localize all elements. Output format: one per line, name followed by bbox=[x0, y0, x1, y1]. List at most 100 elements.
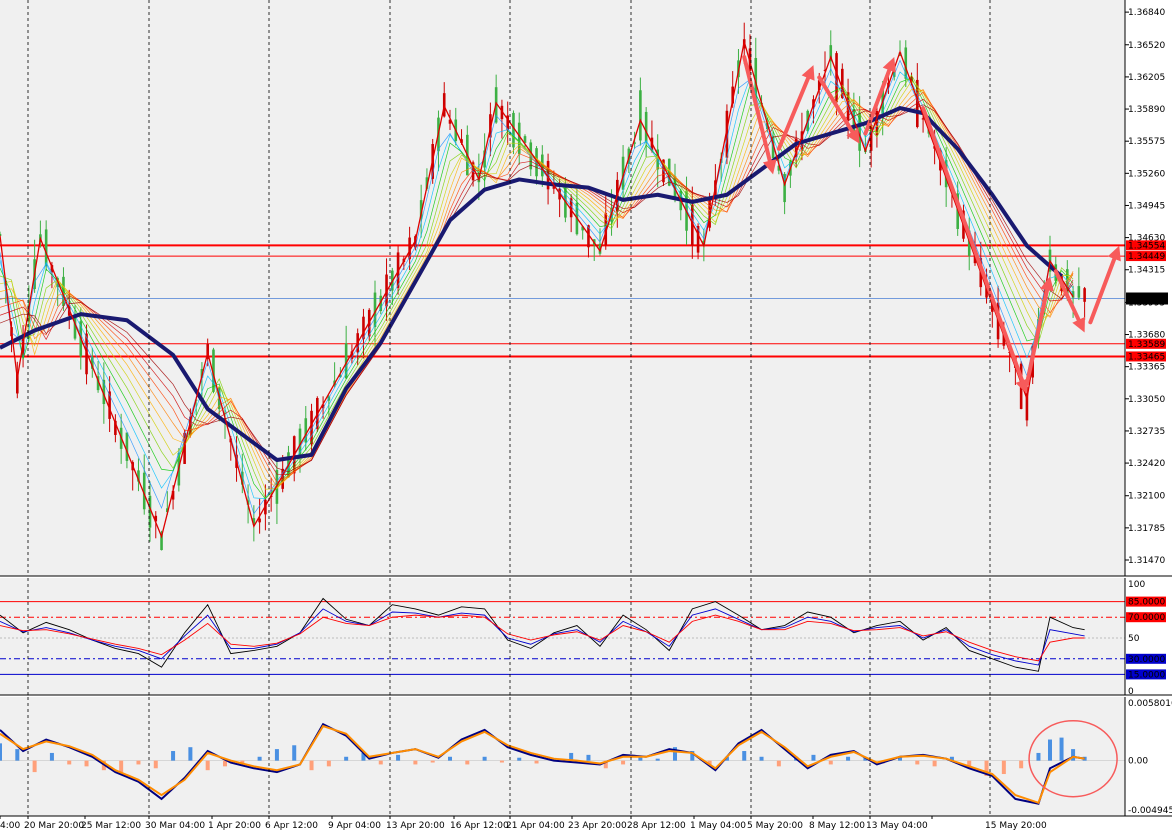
level-label: 1.33465 bbox=[1128, 352, 1165, 362]
macd-plot-area bbox=[0, 697, 1125, 816]
macd-histogram-bar bbox=[413, 760, 418, 765]
macd-histogram-bar bbox=[915, 760, 920, 765]
macd-histogram-bar bbox=[171, 751, 176, 761]
macd-panel: 0.0058016 0.00 -0.004945 bbox=[0, 697, 1172, 816]
candle-body bbox=[644, 111, 648, 143]
macd-histogram-bar bbox=[846, 756, 851, 761]
macd-histogram-bar bbox=[482, 756, 487, 761]
macd-histogram-bar bbox=[119, 760, 124, 773]
x-tick-label: 6 Apr 12:00 bbox=[265, 821, 318, 831]
macd-histogram-bar bbox=[274, 749, 279, 761]
x-tick-label: 5 May 20:00 bbox=[747, 821, 803, 831]
oscillator-panel: 85.000070.000030.000015.0000100500 bbox=[0, 578, 1166, 697]
macd-histogram-bar bbox=[223, 760, 227, 767]
candle-body bbox=[512, 112, 515, 148]
macd-histogram-bar bbox=[430, 760, 435, 763]
macd-tick-label: -0.004945 bbox=[1128, 806, 1172, 816]
oscillator-level-label: 30.0000 bbox=[1128, 655, 1165, 665]
macd-histogram-bar bbox=[465, 760, 470, 765]
macd-histogram-bar bbox=[153, 760, 158, 769]
price-tick-label: 1.32420 bbox=[1128, 459, 1165, 469]
candle-body bbox=[1083, 288, 1086, 302]
macd-histogram-bar bbox=[67, 760, 72, 765]
x-tick-label: 23 Apr 20:00 bbox=[568, 821, 627, 831]
oscillator-tick-label: 100 bbox=[1128, 580, 1145, 590]
candle-body bbox=[258, 518, 261, 523]
macd-histogram-bar bbox=[32, 760, 37, 773]
oscillator-level-label: 15.0000 bbox=[1128, 670, 1165, 680]
macd-histogram-bar bbox=[828, 760, 833, 765]
price-plot-area bbox=[0, 0, 1125, 576]
x-tick-label: 16 Apr 12:00 bbox=[450, 821, 509, 831]
oscillator-level-label: 85.0000 bbox=[1128, 598, 1165, 608]
macd-histogram-bar bbox=[1036, 752, 1041, 761]
level-label: 1.33589 bbox=[1128, 340, 1165, 350]
macd-histogram-bar bbox=[136, 760, 141, 765]
x-tick-label: 1 May 04:00 bbox=[690, 821, 746, 831]
candle-body bbox=[125, 432, 129, 461]
macd-histogram-bar bbox=[49, 752, 54, 761]
price-tick-label: 1.34315 bbox=[1128, 266, 1165, 276]
macd-histogram-bar bbox=[0, 743, 2, 761]
price-tick-label: 1.36840 bbox=[1128, 8, 1165, 18]
macd-histogram-bar bbox=[742, 751, 747, 761]
oscillator-tick-label: 50 bbox=[1128, 634, 1140, 644]
x-tick-label: 20 Mar 20:00 bbox=[24, 821, 84, 831]
level-label: 1.34554 bbox=[1128, 241, 1165, 251]
macd-histogram-bar bbox=[1019, 760, 1024, 769]
macd-histogram-bar bbox=[1059, 737, 1064, 761]
x-tick-label: 21 Apr 04:00 bbox=[506, 821, 565, 831]
x-tick-label: 13 Apr 20:00 bbox=[386, 821, 445, 831]
price-tick-label: 1.31785 bbox=[1128, 524, 1165, 534]
x-tick-label: 28 Apr 12:00 bbox=[627, 821, 686, 831]
macd-histogram-bar bbox=[621, 760, 626, 765]
macd-histogram-bar bbox=[292, 745, 297, 761]
x-tick-label: 1 Apr 20:00 bbox=[208, 821, 261, 831]
x-tick-label: 9 Apr 04:00 bbox=[328, 821, 381, 831]
x-tick-label: 4:00 bbox=[0, 821, 20, 831]
macd-histogram-bar bbox=[448, 756, 452, 761]
price-tick-label: 1.35890 bbox=[1128, 105, 1165, 115]
x-tick-label: 25 Mar 12:00 bbox=[81, 821, 141, 831]
candle-body bbox=[639, 90, 642, 141]
candle-body bbox=[1077, 286, 1081, 298]
price-tick-label: 1.31470 bbox=[1128, 556, 1165, 566]
macd-tick-label: 0.0058016 bbox=[1128, 699, 1172, 709]
x-tick-label: 15 May 20:00 bbox=[985, 821, 1047, 831]
macd-histogram-bar bbox=[932, 760, 937, 767]
forex-chart[interactable]: 1.36840 1.36520 1.36205 1.35890 1.35575 1.352… bbox=[0, 0, 1172, 832]
macd-histogram-bar bbox=[344, 756, 349, 761]
macd-histogram-bar bbox=[257, 756, 262, 761]
macd-histogram-bar bbox=[811, 754, 816, 761]
macd-histogram-bar bbox=[655, 758, 660, 761]
price-tick-label: 1.35260 bbox=[1128, 169, 1165, 179]
macd-histogram-bar bbox=[326, 760, 331, 767]
current-price-label: 1.34033 bbox=[1128, 295, 1165, 305]
price-tick-label: 1.32100 bbox=[1128, 492, 1165, 502]
oscillator-level-label: 70.0000 bbox=[1128, 613, 1165, 623]
macd-histogram-bar bbox=[378, 760, 383, 765]
candle-body bbox=[44, 229, 48, 267]
level-label: 1.34449 bbox=[1128, 252, 1165, 262]
price-panel: 1.36840 1.36520 1.36205 1.35890 1.35575 1.352… bbox=[0, 0, 1168, 576]
price-tick-label: 1.33050 bbox=[1128, 395, 1165, 405]
macd-histogram-bar bbox=[84, 760, 89, 767]
macd-histogram-bar bbox=[759, 756, 764, 761]
price-tick-label: 1.32735 bbox=[1128, 427, 1165, 437]
macd-histogram-bar bbox=[534, 760, 539, 764]
price-tick-label: 1.35575 bbox=[1128, 137, 1165, 147]
x-tick-label: 30 Mar 04:00 bbox=[145, 821, 205, 831]
candle-body bbox=[696, 226, 700, 253]
macd-histogram-bar bbox=[205, 760, 210, 771]
macd-histogram-bar bbox=[499, 760, 504, 763]
macd-histogram-bar bbox=[15, 749, 20, 761]
macd-histogram-bar bbox=[188, 747, 193, 761]
x-tick-label: 8 May 12:00 bbox=[809, 821, 865, 831]
price-tick-label: 1.34945 bbox=[1128, 201, 1165, 211]
macd-histogram-bar bbox=[1001, 760, 1006, 775]
macd-tick-label: 0.00 bbox=[1128, 757, 1148, 767]
macd-histogram-bar bbox=[776, 760, 781, 767]
macd-histogram-bar bbox=[517, 757, 522, 761]
price-tick-label: 1.33365 bbox=[1128, 363, 1165, 373]
price-tick-label: 1.36205 bbox=[1128, 73, 1165, 83]
